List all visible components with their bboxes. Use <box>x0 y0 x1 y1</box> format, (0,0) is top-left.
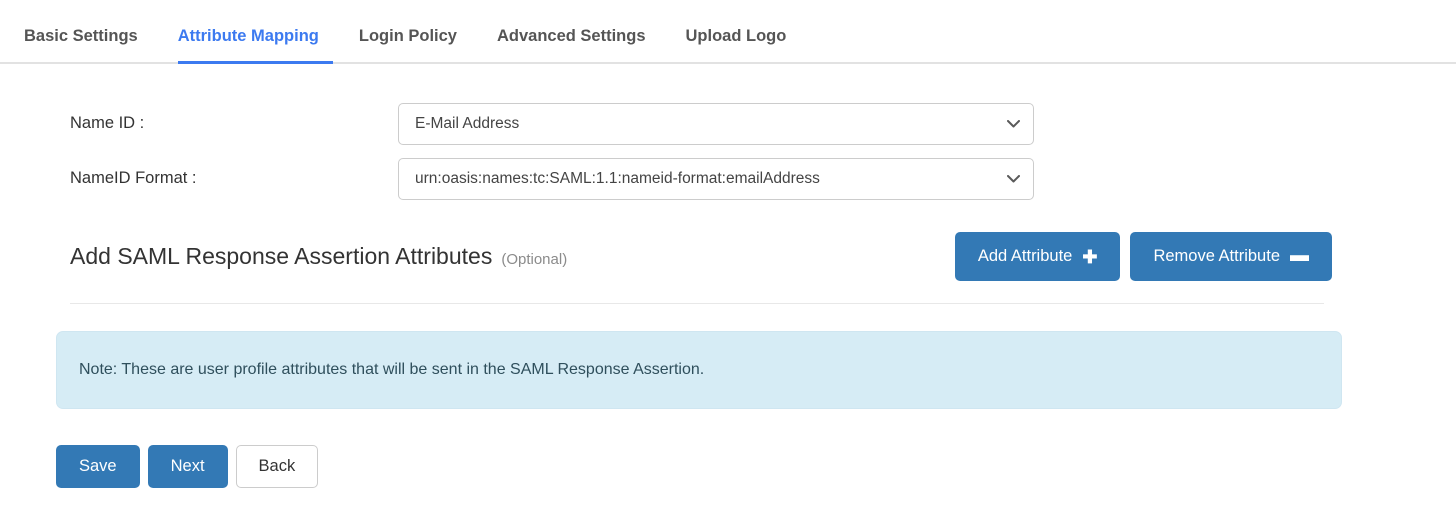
back-button[interactable]: Back <box>235 445 319 488</box>
nameid-format-label: NameID Format : <box>70 168 197 187</box>
attribute-actions: Add Attribute ✚ Remove Attribute ▬ <box>954 232 1332 281</box>
settings-tabbar: Basic Settings Attribute Mapping Login P… <box>0 0 1456 64</box>
nameid-format-row: NameID Format : urn:oasis:names:tc:SAML:… <box>56 151 1400 206</box>
section-divider <box>70 303 1324 304</box>
section-title-text: Add SAML Response Assertion Attributes <box>70 242 493 269</box>
assertion-attributes-header: Add SAML Response Assertion Attributes (O… <box>56 232 1400 281</box>
nameid-format-select-wrapper: urn:oasis:names:tc:SAML:1.1:nameid-forma… <box>398 157 1034 200</box>
plus-icon: ✚ <box>1082 246 1098 267</box>
remove-attribute-label: Remove Attribute <box>1153 247 1280 266</box>
info-note-box: Note: These are user profile attributes … <box>56 331 1342 409</box>
tab-login-policy[interactable]: Login Policy <box>359 27 483 63</box>
attribute-mapping-panel: Name ID : E-Mail Address NameID Format :… <box>0 96 1456 488</box>
section-optional-text: (Optional) <box>501 250 568 268</box>
save-button[interactable]: Save <box>56 445 140 488</box>
add-attribute-button[interactable]: Add Attribute ✚ <box>954 232 1121 281</box>
page-title: Add SAML Response Assertion Attributes (O… <box>70 242 568 269</box>
tab-advanced-settings[interactable]: Advanced Settings <box>497 27 672 63</box>
remove-attribute-button[interactable]: Remove Attribute ▬ <box>1130 232 1332 281</box>
minus-icon: ▬ <box>1290 245 1309 266</box>
tab-basic-settings[interactable]: Basic Settings <box>24 27 164 63</box>
tab-attribute-mapping[interactable]: Attribute Mapping <box>177 27 345 64</box>
name-id-select[interactable]: E-Mail Address <box>398 102 1034 145</box>
name-id-label: Name ID : <box>70 113 145 132</box>
name-id-select-wrapper: E-Mail Address <box>398 102 1034 145</box>
nameid-format-select[interactable]: urn:oasis:names:tc:SAML:1.1:nameid-forma… <box>398 157 1034 200</box>
name-id-row: Name ID : E-Mail Address <box>56 96 1400 151</box>
form-footer-actions: Save Next Back <box>56 445 1400 488</box>
tab-upload-logo[interactable]: Upload Logo <box>686 27 813 63</box>
add-attribute-label: Add Attribute <box>977 247 1073 266</box>
next-button[interactable]: Next <box>147 445 228 488</box>
info-note-text: Note: These are user profile attributes … <box>79 361 705 378</box>
